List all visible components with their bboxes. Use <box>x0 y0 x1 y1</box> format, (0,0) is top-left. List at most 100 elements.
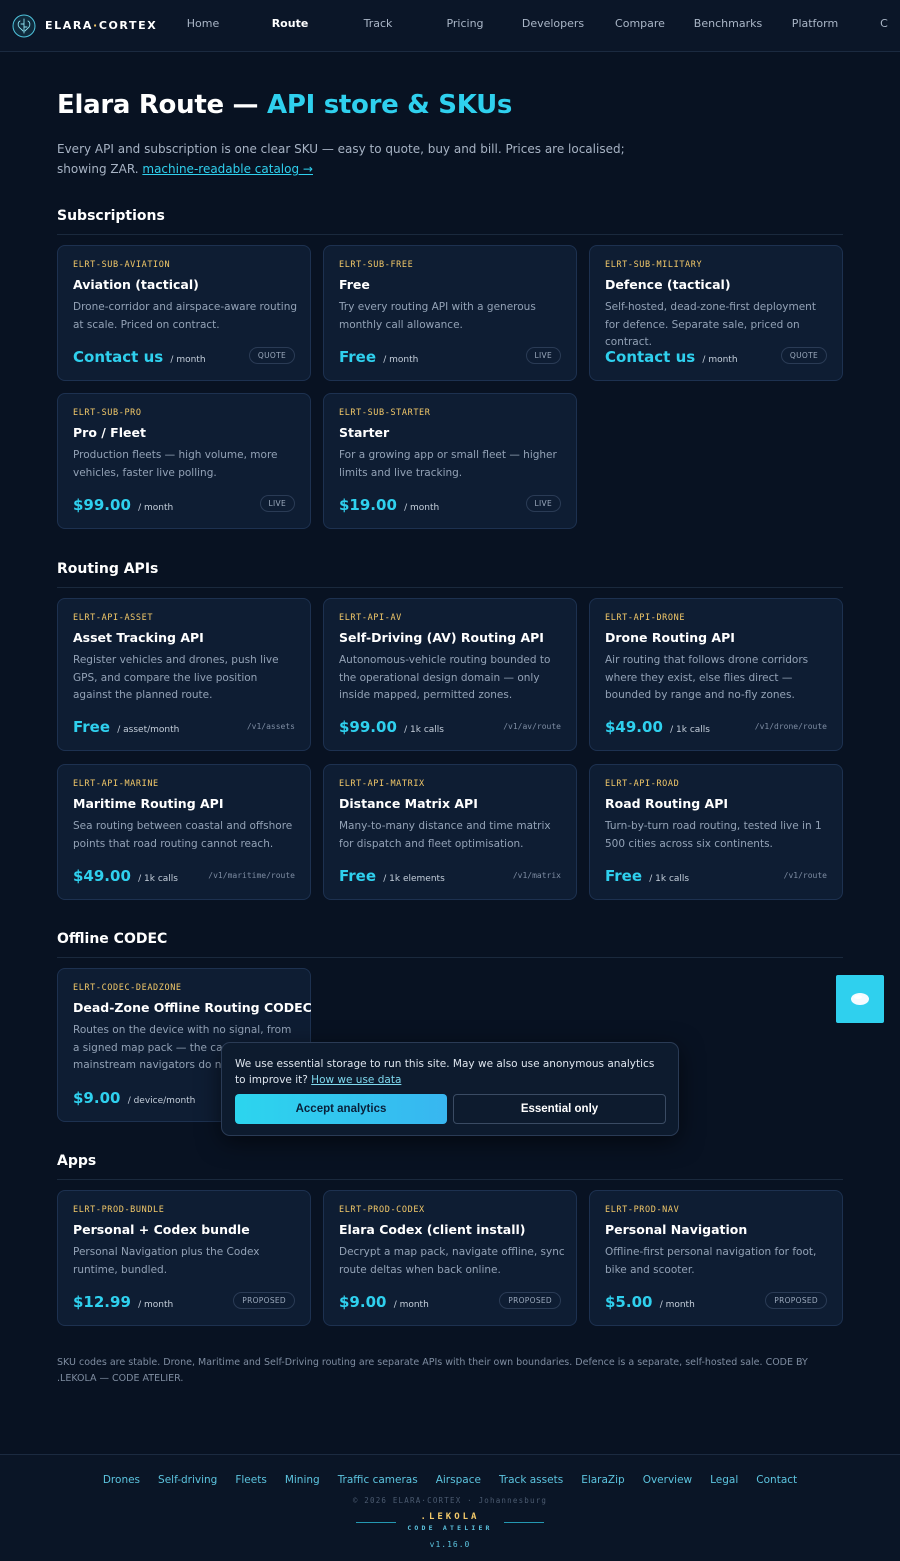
lekola-mark[interactable]: .LEKOLA <box>0 1512 900 1522</box>
brain-logo-icon <box>12 14 36 37</box>
status-badge: LIVE <box>525 347 561 364</box>
sku-name: Elara Codex (client install) <box>339 1222 526 1237</box>
price-row: $49.00 / 1k calls /v1/drone/route <box>605 716 827 736</box>
api-endpoint: /v1/assets <box>246 722 295 731</box>
sku-price: $99.00 / 1k calls <box>339 718 444 736</box>
price-row: $9.00 / month PROPOSED <box>339 1291 561 1311</box>
sku-price: $49.00 / 1k calls <box>605 718 710 736</box>
nav-platform[interactable]: Platform <box>792 17 838 30</box>
status-badge: PROPOSED <box>233 1292 295 1309</box>
sku-name: Self-Driving (AV) Routing API <box>339 630 544 645</box>
sku-name: Road Routing API <box>605 796 729 811</box>
nav-item-truncated[interactable]: C <box>880 17 888 30</box>
nav-pricing[interactable]: Pricing <box>446 17 483 30</box>
price-row: Free / month LIVE <box>339 346 561 366</box>
sku-code: ELRT-SUB-PRO <box>73 408 142 418</box>
nav-benchmarks[interactable]: Benchmarks <box>694 17 762 30</box>
accept-analytics-button[interactable]: Accept analytics <box>235 1094 447 1124</box>
sku-price: $12.99 / month <box>73 1293 174 1311</box>
sku-card[interactable]: ELRT-API-ASSET Asset Tracking API Regist… <box>57 598 311 751</box>
section-title-apps: Apps <box>57 1153 97 1169</box>
cookie-banner: We use essential storage to run this sit… <box>221 1042 679 1136</box>
sku-code: ELRT-API-DRONE <box>605 613 686 623</box>
sku-card[interactable]: ELRT-SUB-PRO Pro / Fleet Production flee… <box>57 393 311 529</box>
nav-items: Home Route Track Pricing Developers Comp… <box>172 0 900 52</box>
price-row: Contact us / month QUOTE <box>605 346 827 366</box>
sku-price: Contact us / month <box>73 348 206 366</box>
atelier-mark: CODE ATELIER <box>407 1524 493 1532</box>
footer-link-elarazip[interactable]: ElaraZip <box>581 1474 625 1486</box>
sku-price: Free / 1k calls <box>605 867 690 885</box>
price-row: $99.00 / month LIVE <box>73 494 295 514</box>
status-badge: LIVE <box>259 495 295 512</box>
brand[interactable]: ELARA·CORTEX <box>12 14 172 38</box>
sku-name: Defence (tactical) <box>605 277 731 292</box>
api-endpoint: /v1/route <box>783 871 827 880</box>
sku-card[interactable]: ELRT-API-MATRIX Distance Matrix API Many… <box>323 764 577 900</box>
nav-compare[interactable]: Compare <box>615 17 665 30</box>
price-row: $12.99 / month PROPOSED <box>73 1291 295 1311</box>
nav-track[interactable]: Track <box>364 17 393 30</box>
cookie-text: We use essential storage to run this sit… <box>235 1058 655 1086</box>
sku-price: Free / asset/month <box>73 718 180 736</box>
sku-description: Offline-first personal navigation for fo… <box>605 1246 817 1276</box>
chat-button[interactable] <box>836 975 884 1023</box>
sku-name: Aviation (tactical) <box>73 277 199 292</box>
section-divider <box>57 957 843 958</box>
footnote: SKU codes are stable. Drone, Maritime an… <box>57 1357 808 1384</box>
sku-card[interactable]: ELRT-SUB-MILITARY Defence (tactical) Sel… <box>589 245 843 381</box>
sku-card[interactable]: ELRT-PROD-BUNDLE Personal + Codex bundle… <box>57 1190 311 1326</box>
sku-description: Decrypt a map pack, navigate offline, sy… <box>339 1246 565 1276</box>
catalog-link[interactable]: machine-readable catalog → <box>142 162 313 176</box>
footer-link-drones[interactable]: Drones <box>103 1474 140 1486</box>
sku-code: ELRT-API-AV <box>339 613 402 623</box>
sku-card[interactable]: ELRT-API-AV Self-Driving (AV) Routing AP… <box>323 598 577 751</box>
sku-name: Dead-Zone Offline Routing CODEC <box>73 1000 312 1015</box>
nav-developers[interactable]: Developers <box>522 17 584 30</box>
sku-card[interactable]: ELRT-PROD-CODEX Elara Codex (client inst… <box>323 1190 577 1326</box>
sku-description: Try every routing API with a generous mo… <box>339 301 536 331</box>
status-badge: PROPOSED <box>499 1292 561 1309</box>
section-divider <box>57 1179 843 1180</box>
sku-code: ELRT-SUB-AVIATION <box>73 260 171 270</box>
sku-description: Drone-corridor and airspace-aware routin… <box>73 301 298 331</box>
api-endpoint: /v1/av/route <box>503 722 561 731</box>
chat-bubble-icon <box>851 993 869 1005</box>
sku-card[interactable]: ELRT-SUB-FREE Free Try every routing API… <box>323 245 577 381</box>
sku-card[interactable]: ELRT-SUB-AVIATION Aviation (tactical) Dr… <box>57 245 311 381</box>
sku-card[interactable]: ELRT-API-MARINE Maritime Routing API Sea… <box>57 764 311 900</box>
footer-link-traffic-cameras[interactable]: Traffic cameras <box>338 1474 418 1486</box>
sku-card[interactable]: ELRT-PROD-NAV Personal Navigation Offlin… <box>589 1190 843 1326</box>
section-title-routing-apis: Routing APIs <box>57 561 159 577</box>
footer-link-legal[interactable]: Legal <box>710 1474 738 1486</box>
footer-link-track-assets[interactable]: Track assets <box>499 1474 563 1486</box>
section-title-subscriptions: Subscriptions <box>57 208 165 224</box>
price-row: $19.00 / month LIVE <box>339 494 561 514</box>
sku-price: Free / 1k elements <box>339 867 445 885</box>
footer-link-mining[interactable]: Mining <box>285 1474 320 1486</box>
sku-name: Pro / Fleet <box>73 425 146 440</box>
nav-route[interactable]: Route <box>272 17 309 30</box>
sku-description: Sea routing between coastal and offshore… <box>73 820 293 850</box>
sku-card[interactable]: ELRT-API-ROAD Road Routing API Turn-by-t… <box>589 764 843 900</box>
status-badge: QUOTE <box>780 347 827 364</box>
footer-link-overview[interactable]: Overview <box>643 1474 692 1486</box>
sku-code: ELRT-SUB-FREE <box>339 260 414 270</box>
essential-only-button[interactable]: Essential only <box>453 1094 666 1124</box>
data-policy-link[interactable]: How we use data <box>311 1074 401 1086</box>
sku-price: $9.00 / device/month <box>73 1089 196 1107</box>
footer-link-contact[interactable]: Contact <box>756 1474 797 1486</box>
api-endpoint: /v1/matrix <box>512 871 561 880</box>
footer-link-self-driving[interactable]: Self-driving <box>158 1474 217 1486</box>
sku-description: Autonomous-vehicle routing bounded to th… <box>339 654 551 701</box>
sku-name: Starter <box>339 425 390 440</box>
brand-name: ELARA·CORTEX <box>45 19 158 32</box>
sku-description: For a growing app or small fleet — highe… <box>339 449 557 479</box>
sku-code: ELRT-PROD-CODEX <box>339 1205 425 1215</box>
footer-link-fleets[interactable]: Fleets <box>235 1474 266 1486</box>
sku-card[interactable]: ELRT-SUB-STARTER Starter For a growing a… <box>323 393 577 529</box>
sku-description: Air routing that follows drone corridors… <box>605 654 809 701</box>
nav-home[interactable]: Home <box>187 17 219 30</box>
footer-link-airspace[interactable]: Airspace <box>436 1474 481 1486</box>
sku-card[interactable]: ELRT-API-DRONE Drone Routing API Air rou… <box>589 598 843 751</box>
